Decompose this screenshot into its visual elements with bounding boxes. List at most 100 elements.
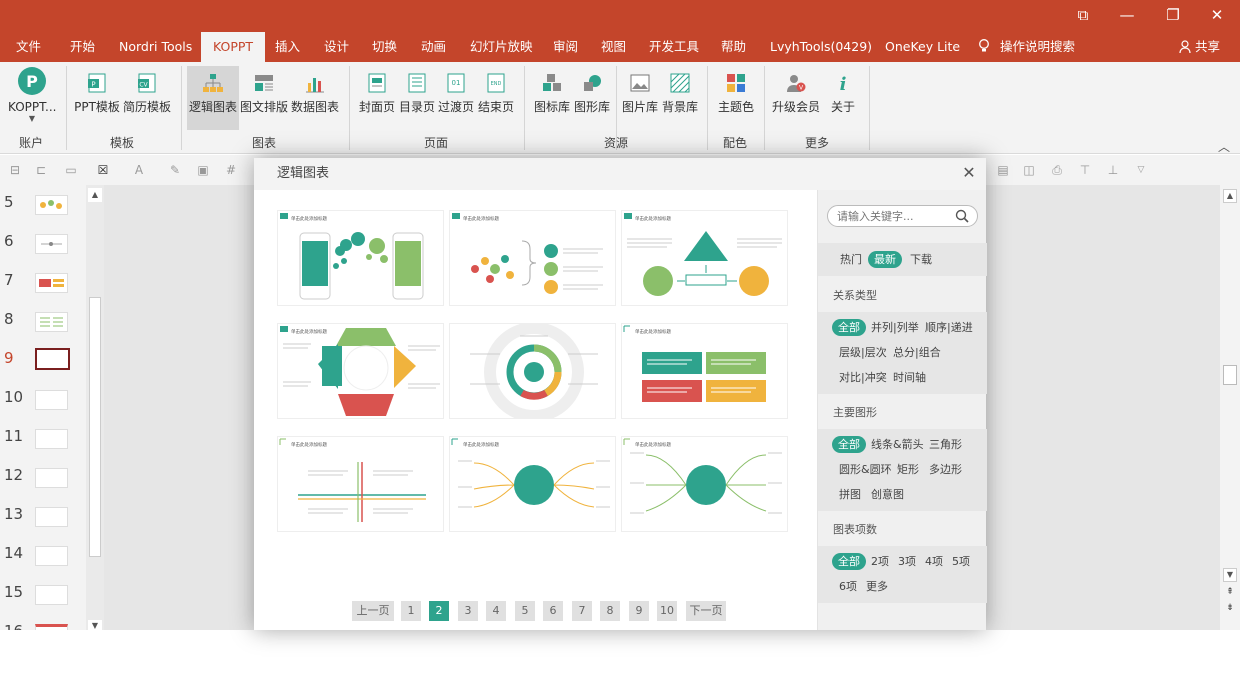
- filter-tag[interactable]: 总分|组合: [893, 344, 941, 361]
- template-card[interactable]: 单击此处添加标题: [449, 210, 616, 306]
- bottom-align-icon[interactable]: ⊥: [1106, 163, 1120, 177]
- template-card[interactable]: 单击此处添加标题: [277, 210, 444, 306]
- page-button[interactable]: 10: [657, 601, 677, 621]
- ppt-template-button[interactable]: P PPT模板: [72, 66, 122, 130]
- filter-tag[interactable]: 圆形&圆环: [839, 461, 892, 478]
- close-window-button[interactable]: ✕: [1202, 4, 1232, 26]
- search-icon[interactable]: [955, 209, 969, 223]
- image-library-button[interactable]: 图片库: [620, 66, 660, 130]
- filter-tag[interactable]: 创意图: [871, 486, 904, 503]
- eyedropper-icon[interactable]: ✎: [168, 163, 182, 177]
- scroll-down-arrow-icon[interactable]: ▼: [1223, 568, 1237, 582]
- filter-tag[interactable]: 三角形: [929, 436, 962, 453]
- grid-icon[interactable]: #: [224, 163, 238, 177]
- slide-thumbnail[interactable]: 14: [0, 540, 86, 579]
- slide-thumbnail[interactable]: 16: [0, 618, 86, 630]
- align-icon[interactable]: ⊏: [34, 163, 48, 177]
- filter-tag[interactable]: 4项: [925, 553, 943, 570]
- slide-thumbnail[interactable]: 6: [0, 228, 86, 267]
- menu-nordri-tools[interactable]: Nordri Tools: [119, 32, 192, 62]
- filter-tag-active[interactable]: 全部: [832, 553, 866, 570]
- template-card[interactable]: 单击此处添加标题: [277, 436, 444, 532]
- slide-thumbnail[interactable]: 5: [0, 189, 86, 228]
- slide-thumbnail[interactable]: 11: [0, 423, 86, 462]
- text-layout-button[interactable]: 图文排版: [239, 66, 289, 130]
- menu-file[interactable]: 文件: [16, 32, 41, 62]
- page-button[interactable]: 9: [629, 601, 649, 621]
- template-card[interactable]: [449, 323, 616, 419]
- next-slide-icon[interactable]: ⇟: [1223, 603, 1237, 613]
- template-card[interactable]: 单击此处添加标题: [621, 323, 788, 419]
- filter-tag[interactable]: 5项: [952, 553, 970, 570]
- toc-page-button[interactable]: 目录页: [398, 66, 436, 130]
- filter-tag[interactable]: 3项: [898, 553, 916, 570]
- filter-tag[interactable]: 并列|列举: [871, 319, 919, 336]
- toolbar-more-icon[interactable]: ▽: [1134, 163, 1148, 177]
- scroll-up-arrow-icon[interactable]: ▲: [1223, 189, 1237, 203]
- transition-page-button[interactable]: 01 过渡页: [436, 66, 476, 130]
- menu-koppt[interactable]: KOPPT: [201, 32, 266, 62]
- restore-button[interactable]: ❐: [1158, 4, 1188, 26]
- distribute-icon[interactable]: ▤: [996, 163, 1010, 177]
- slide-thumbnail[interactable]: 8: [0, 306, 86, 345]
- icon-library-button[interactable]: 图标库: [532, 66, 572, 130]
- minimize-button[interactable]: —: [1112, 4, 1142, 26]
- filter-tag[interactable]: 6项: [839, 578, 857, 595]
- slide-thumbnail[interactable]: 10: [0, 384, 86, 423]
- cover-page-button[interactable]: 封面页: [356, 66, 398, 130]
- menu-lvyhtools[interactable]: LvyhTools(0429): [770, 32, 872, 62]
- scroll-up-arrow-icon[interactable]: ▲: [88, 188, 102, 202]
- end-page-button[interactable]: END 结束页: [476, 66, 516, 130]
- collapse-ribbon-icon[interactable]: ︿: [1218, 138, 1230, 155]
- print-icon[interactable]: ⎙: [1050, 163, 1064, 177]
- data-chart-button[interactable]: 数据图表: [289, 66, 341, 130]
- menu-home[interactable]: 开始: [70, 32, 95, 62]
- template-card[interactable]: 单击此处添加标题: [621, 210, 788, 306]
- page-button[interactable]: 4: [486, 601, 506, 621]
- background-library-button[interactable]: 背景库: [660, 66, 700, 130]
- template-card[interactable]: 单击此处添加标题: [277, 323, 444, 419]
- ribbon-display-icon[interactable]: ⧉: [1068, 4, 1098, 26]
- font-color-icon[interactable]: A: [132, 163, 146, 177]
- format-painter-icon[interactable]: ▣: [196, 163, 210, 177]
- template-card[interactable]: 单击此处添加标题: [449, 436, 616, 532]
- sort-tab-download[interactable]: 下载: [910, 251, 932, 268]
- close-icon[interactable]: ✕: [960, 164, 978, 182]
- menu-transitions[interactable]: 切换: [372, 32, 397, 62]
- slide-thumbnail[interactable]: 7: [0, 267, 86, 306]
- menu-slideshow[interactable]: 幻灯片放映: [470, 32, 533, 62]
- editor-scrollbar[interactable]: ▲ ▼ ⇞ ⇟: [1220, 185, 1240, 630]
- lock-icon[interactable]: ⊟: [8, 163, 22, 177]
- theme-color-button[interactable]: 主题色: [715, 66, 757, 130]
- center-align-icon[interactable]: ◫: [1022, 163, 1036, 177]
- filter-tag[interactable]: 矩形: [897, 461, 919, 478]
- about-button[interactable]: i 关于: [828, 66, 858, 130]
- page-button[interactable]: 7: [572, 601, 592, 621]
- share-button[interactable]: 共享: [1179, 32, 1220, 62]
- resume-template-button[interactable]: CV 简历模板: [122, 66, 172, 130]
- top-align-icon[interactable]: ⊤: [1078, 163, 1092, 177]
- filter-tag[interactable]: 拼图: [839, 486, 861, 503]
- slide-thumbnail-current[interactable]: 9: [0, 345, 86, 384]
- page-button[interactable]: 3: [458, 601, 478, 621]
- scrollbar-thumb[interactable]: [89, 297, 101, 557]
- logic-chart-button[interactable]: 逻辑图表: [187, 66, 239, 130]
- menu-view[interactable]: 视图: [601, 32, 626, 62]
- textbox-icon[interactable]: ▭: [62, 163, 80, 177]
- filter-tag[interactable]: 线条&箭头: [871, 436, 924, 453]
- page-button[interactable]: 8: [600, 601, 620, 621]
- slide-thumbnail[interactable]: 15: [0, 579, 86, 618]
- tell-me-search[interactable]: 操作说明搜索: [978, 32, 1075, 62]
- menu-review[interactable]: 审阅: [553, 32, 578, 62]
- page-button-current[interactable]: 2: [429, 601, 449, 621]
- menu-help[interactable]: 帮助: [721, 32, 746, 62]
- template-card[interactable]: 单击此处添加标题: [621, 436, 788, 532]
- upgrade-member-button[interactable]: V 升级会员: [770, 66, 822, 130]
- page-button[interactable]: 5: [515, 601, 535, 621]
- next-page-button[interactable]: 下一页: [686, 601, 726, 621]
- filter-tag[interactable]: 2项: [871, 553, 889, 570]
- filter-tag[interactable]: 顺序|递进: [925, 319, 973, 336]
- menu-onekey-lite[interactable]: OneKey Lite: [885, 32, 960, 62]
- filter-tag[interactable]: 多边形: [929, 461, 962, 478]
- slide-thumbnail[interactable]: 12: [0, 462, 86, 501]
